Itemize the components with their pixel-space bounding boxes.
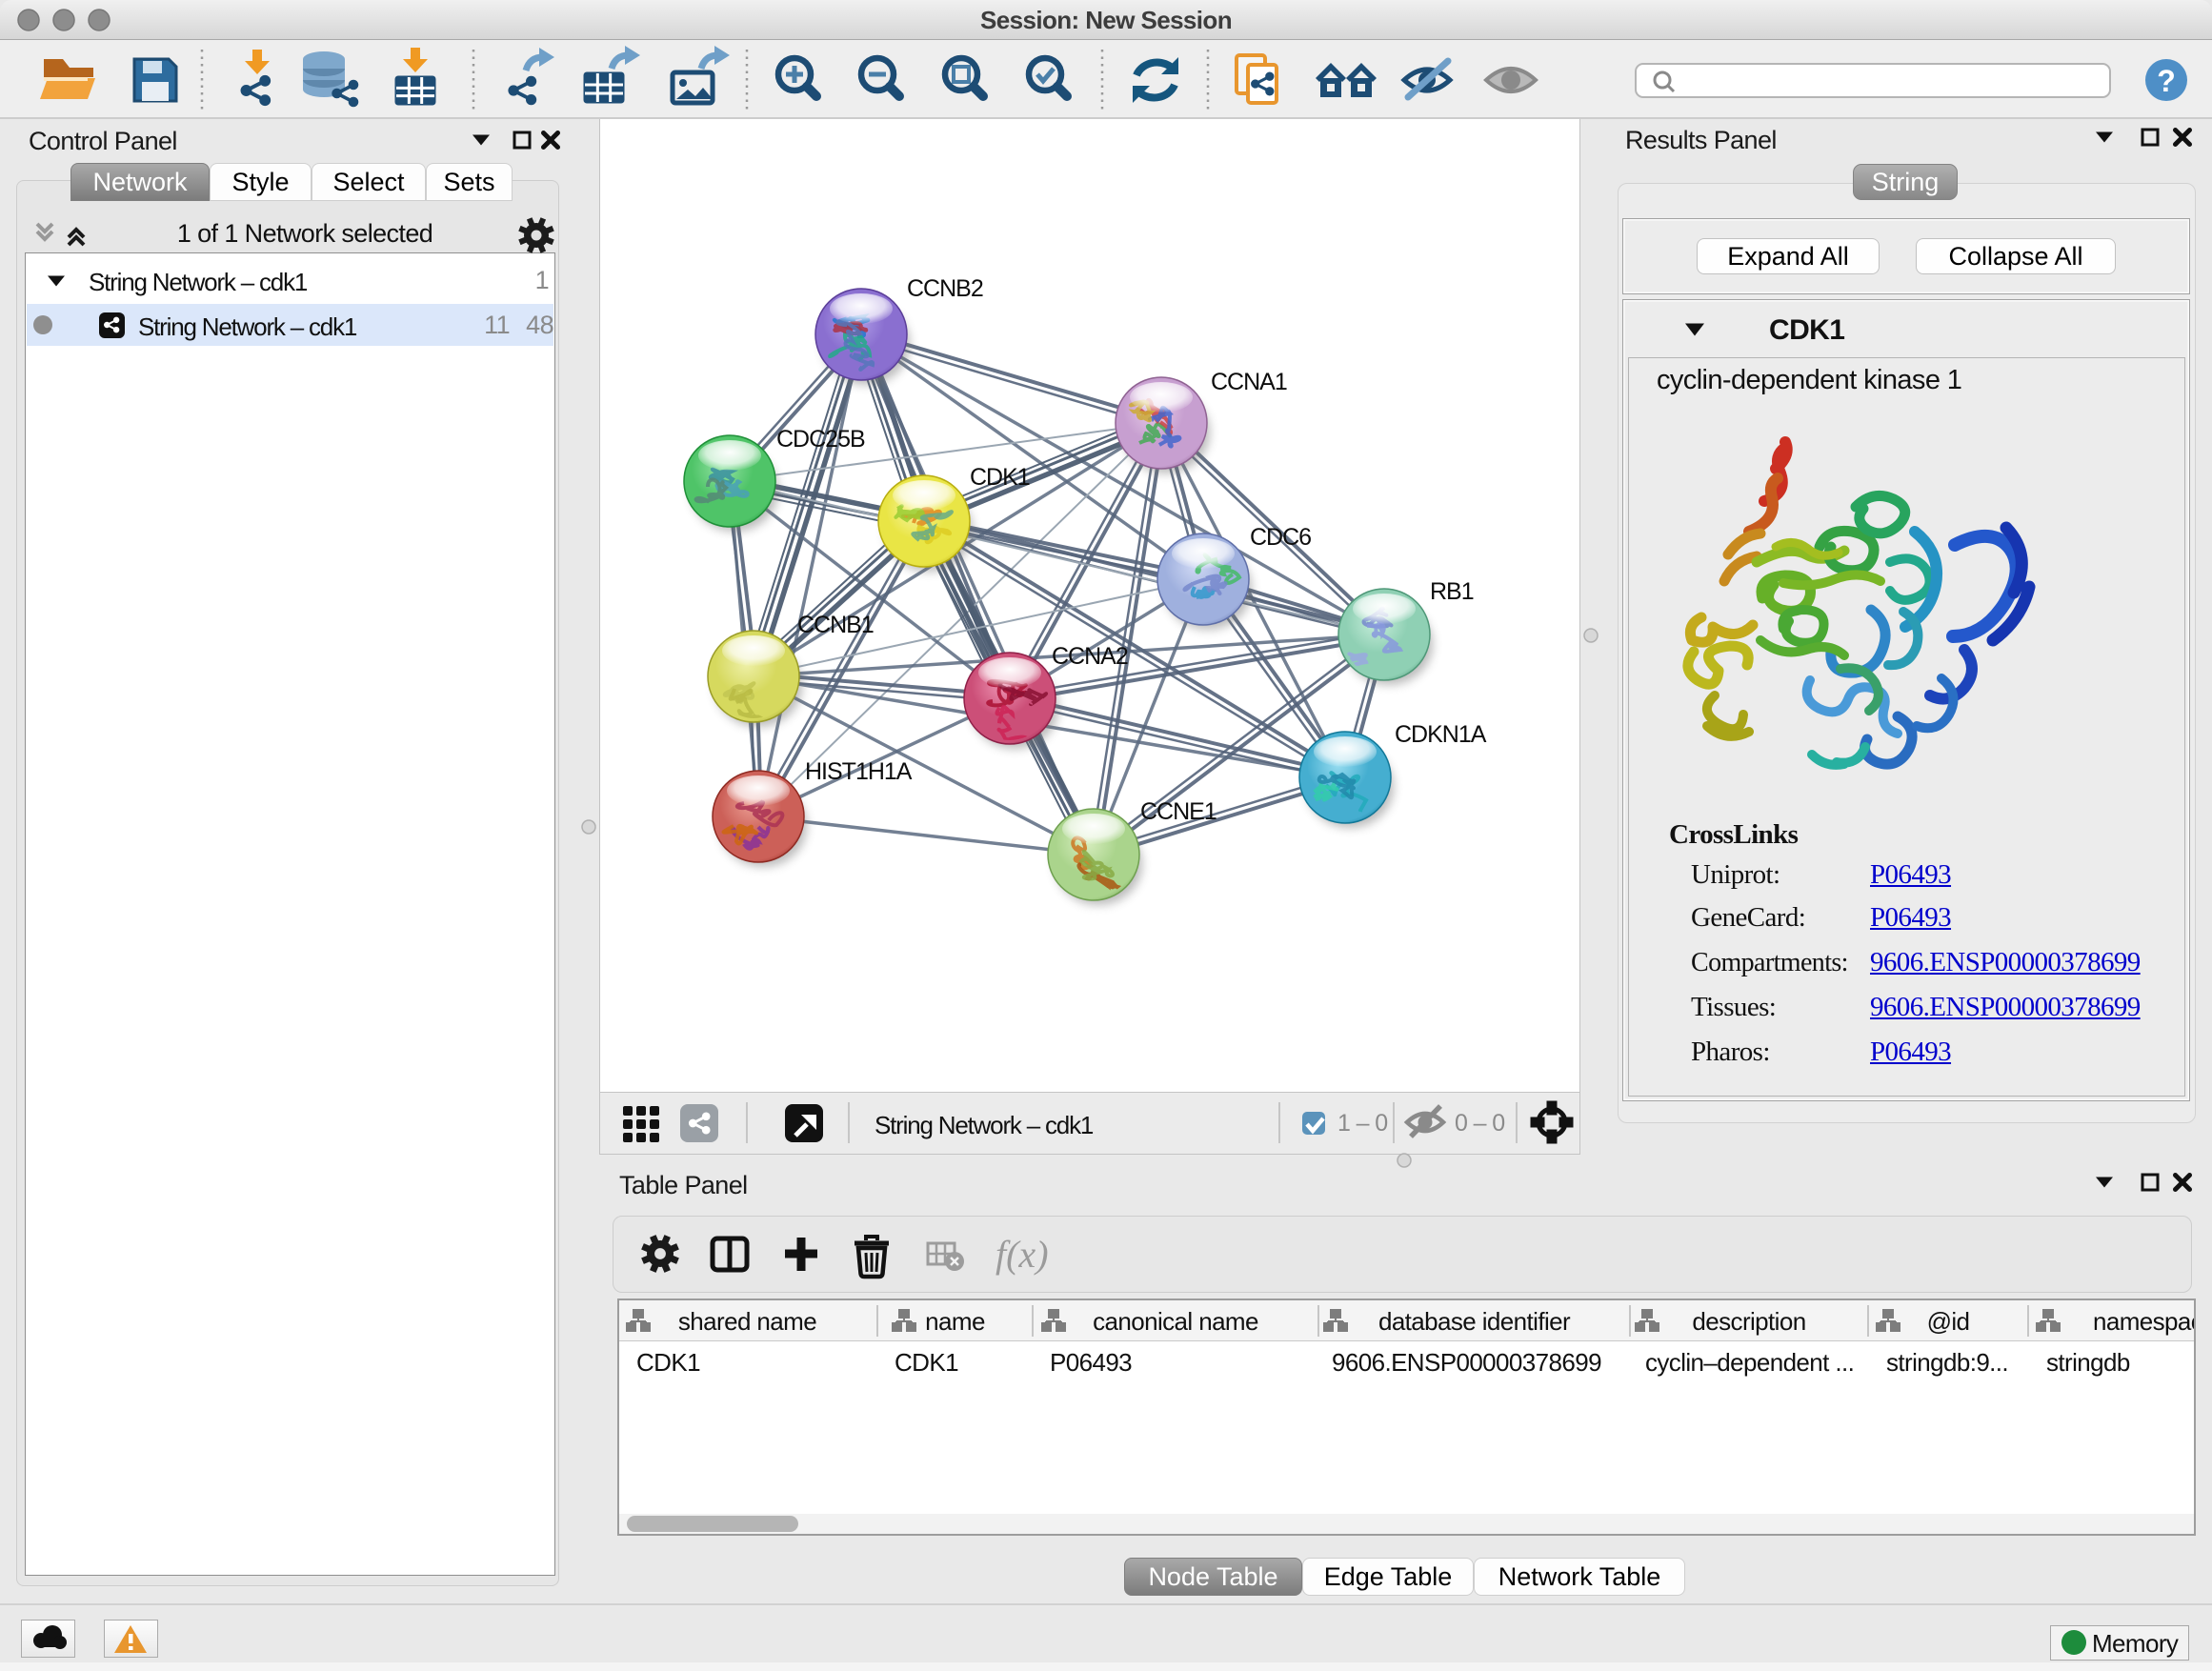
svg-text:CCNA1: CCNA1 [1211, 369, 1287, 395]
svg-text:CDKN1A: CDKN1A [1395, 721, 1487, 748]
svg-text:f(x): f(x) [995, 1233, 1049, 1276]
svg-text:CCNB2: CCNB2 [907, 275, 983, 302]
svg-text:RB1: RB1 [1430, 578, 1474, 605]
svg-text:CCNE1: CCNE1 [1140, 798, 1217, 825]
svg-text:?: ? [2157, 64, 2176, 98]
svg-text:CCNB1: CCNB1 [797, 612, 874, 638]
svg-text:CDC6: CDC6 [1250, 524, 1311, 551]
svg-text:CCNA2: CCNA2 [1052, 643, 1128, 670]
svg-text:CDK1: CDK1 [970, 464, 1030, 491]
svg-text:CDC25B: CDC25B [776, 426, 865, 453]
svg-text:HIST1H1A: HIST1H1A [805, 758, 913, 785]
